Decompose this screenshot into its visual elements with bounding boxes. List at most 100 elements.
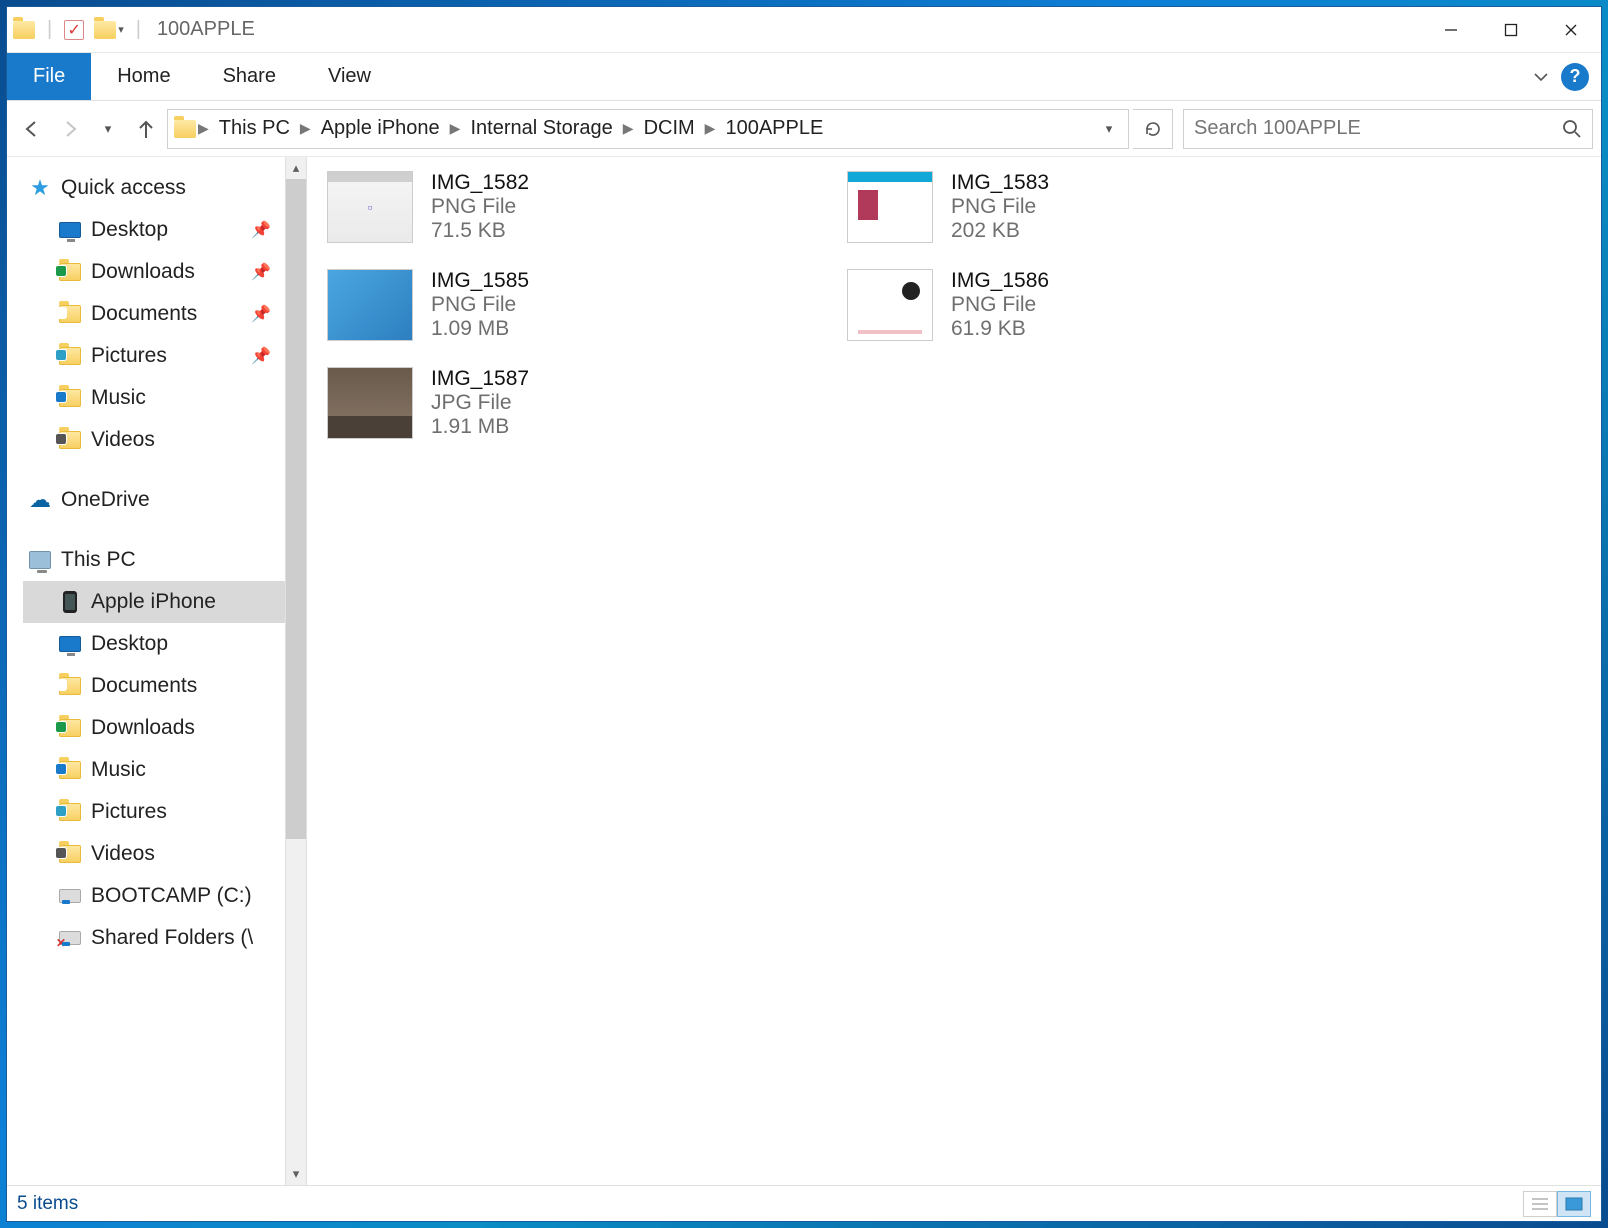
file-item[interactable]: IMG_1586 PNG File 61.9 KB: [847, 269, 1327, 341]
folder-icon: [59, 675, 81, 697]
scroll-down-icon[interactable]: ▾: [286, 1163, 306, 1185]
status-bar: 5 items: [7, 1185, 1601, 1221]
file-item[interactable]: IMG_1585 PNG File 1.09 MB: [327, 269, 807, 341]
sidebar-item-label: Desktop: [91, 632, 168, 656]
scroll-thumb[interactable]: [286, 179, 306, 839]
pc-icon: [29, 549, 51, 571]
sidebar-onedrive[interactable]: ☁ OneDrive: [23, 479, 285, 521]
search-input[interactable]: [1194, 117, 1562, 140]
sidebar-item-documents-pc[interactable]: Documents: [23, 665, 285, 707]
breadcrumb-this-pc[interactable]: This PC: [211, 110, 298, 148]
file-item[interactable]: IMG_1583 PNG File 202 KB: [847, 171, 1327, 243]
breadcrumb-dcim[interactable]: DCIM: [636, 110, 703, 148]
view-details-button[interactable]: [1523, 1191, 1557, 1217]
file-list[interactable]: IMG_1582 PNG File 71.5 KB IMG_1583 PNG F…: [307, 157, 1601, 1185]
folder-icon: [59, 843, 81, 865]
qat-properties-icon[interactable]: [64, 20, 84, 40]
up-button[interactable]: [129, 112, 163, 146]
separator: |: [47, 18, 52, 41]
file-type: PNG File: [951, 195, 1049, 219]
file-type: PNG File: [951, 293, 1049, 317]
sidebar-item-videos-pc[interactable]: Videos: [23, 833, 285, 875]
sidebar-item-label: Music: [91, 758, 146, 782]
qat-new-folder[interactable]: ▾: [94, 21, 124, 39]
file-name: IMG_1582: [431, 171, 529, 195]
minimize-button[interactable]: [1421, 7, 1481, 53]
folder-icon: [59, 717, 81, 739]
breadcrumb-apple-iphone[interactable]: Apple iPhone: [313, 110, 448, 148]
ribbon-tabs: File Home Share View ?: [7, 53, 1601, 101]
sidebar-item-apple-iphone[interactable]: Apple iPhone: [23, 581, 285, 623]
tab-view[interactable]: View: [302, 53, 397, 100]
chevron-right-icon[interactable]: ▶: [196, 120, 211, 137]
back-button[interactable]: [15, 112, 49, 146]
breadcrumb-internal-storage[interactable]: Internal Storage: [462, 110, 620, 148]
file-size: 1.09 MB: [431, 317, 529, 341]
chevron-right-icon[interactable]: ▶: [703, 120, 718, 137]
ribbon-expand-button[interactable]: [1521, 53, 1561, 100]
sidebar-item-desktop[interactable]: Desktop 📌: [23, 209, 285, 251]
file-item[interactable]: IMG_1582 PNG File 71.5 KB: [327, 171, 807, 243]
pin-icon: 📌: [251, 262, 271, 282]
sidebar-item-label: Music: [91, 386, 146, 410]
recent-locations-button[interactable]: ▾: [91, 112, 125, 146]
sidebar-item-pictures-pc[interactable]: Pictures: [23, 791, 285, 833]
file-item[interactable]: IMG_1587 JPG File 1.91 MB: [327, 367, 807, 439]
qat-dropdown-icon[interactable]: ▾: [118, 23, 124, 36]
file-name: IMG_1587: [431, 367, 529, 391]
forward-button[interactable]: [53, 112, 87, 146]
chevron-right-icon[interactable]: ▶: [448, 120, 463, 137]
file-thumbnail: [327, 171, 413, 243]
breadcrumb-100apple[interactable]: 100APPLE: [717, 110, 831, 148]
sidebar-item-downloads-pc[interactable]: Downloads: [23, 707, 285, 749]
navigation-pane: ★ Quick access Desktop 📌 Downloads 📌 Doc…: [7, 157, 307, 1185]
tab-share[interactable]: Share: [197, 53, 302, 100]
refresh-button[interactable]: [1133, 109, 1173, 149]
close-button[interactable]: [1541, 7, 1601, 53]
sidebar-item-bootcamp[interactable]: BOOTCAMP (C:): [23, 875, 285, 917]
sidebar-item-label: Apple iPhone: [91, 590, 216, 614]
sidebar-item-label: Documents: [91, 674, 197, 698]
file-size: 71.5 KB: [431, 219, 529, 243]
chevron-right-icon[interactable]: ▶: [621, 120, 636, 137]
sidebar-item-videos[interactable]: Videos: [23, 419, 285, 461]
search-box[interactable]: [1183, 109, 1593, 149]
folder-icon: [59, 303, 81, 325]
sidebar-quick-access[interactable]: ★ Quick access: [23, 167, 285, 209]
sidebar-item-music-pc[interactable]: Music: [23, 749, 285, 791]
maximize-button[interactable]: [1481, 7, 1541, 53]
sidebar-item-music[interactable]: Music: [23, 377, 285, 419]
file-thumbnail: [327, 367, 413, 439]
sidebar-item-documents[interactable]: Documents 📌: [23, 293, 285, 335]
search-icon[interactable]: [1562, 119, 1582, 139]
file-tab[interactable]: File: [7, 53, 91, 100]
chevron-right-icon[interactable]: ▶: [298, 120, 313, 137]
title-bar: | ▾ | 100APPLE: [7, 7, 1601, 53]
file-name: IMG_1583: [951, 171, 1049, 195]
tab-home[interactable]: Home: [91, 53, 196, 100]
folder-icon: [59, 801, 81, 823]
file-explorer-window: | ▾ | 100APPLE File Home Share View: [6, 6, 1602, 1222]
sidebar-item-label: OneDrive: [61, 488, 150, 512]
nav-scrollbar[interactable]: ▴ ▾: [285, 157, 307, 1185]
iphone-icon: [59, 591, 81, 613]
help-button[interactable]: ?: [1561, 63, 1589, 91]
sidebar-item-shared-folders[interactable]: Shared Folders (\: [23, 917, 285, 959]
scroll-up-icon[interactable]: ▴: [286, 157, 306, 179]
sidebar-item-label: This PC: [61, 548, 136, 572]
sidebar-item-downloads[interactable]: Downloads 📌: [23, 251, 285, 293]
sidebar-item-desktop-pc[interactable]: Desktop: [23, 623, 285, 665]
file-thumbnail: [327, 269, 413, 341]
app-icon: [13, 21, 35, 39]
address-bar[interactable]: ▶ This PC ▶ Apple iPhone ▶ Internal Stor…: [167, 109, 1129, 149]
desktop-icon: [59, 219, 81, 241]
view-large-icons-button[interactable]: [1557, 1191, 1591, 1217]
sidebar-item-label: Desktop: [91, 218, 168, 242]
file-size: 61.9 KB: [951, 317, 1049, 341]
folder-icon: [174, 118, 196, 140]
pin-icon: 📌: [251, 304, 271, 324]
address-dropdown-button[interactable]: ▾: [1096, 112, 1122, 146]
sidebar-this-pc[interactable]: This PC: [23, 539, 285, 581]
file-thumbnail: [847, 171, 933, 243]
sidebar-item-pictures[interactable]: Pictures 📌: [23, 335, 285, 377]
